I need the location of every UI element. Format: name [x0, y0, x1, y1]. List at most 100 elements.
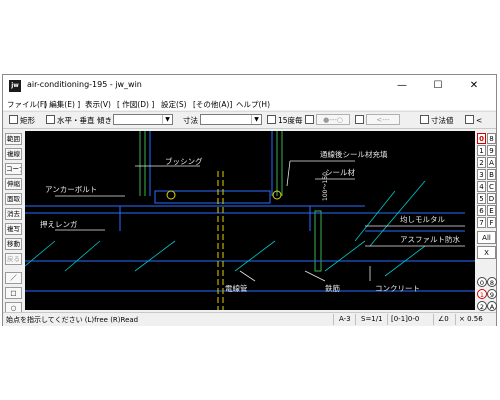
rect-checkbox[interactable]: 矩形 [9, 115, 35, 126]
layer-button-3[interactable]: 3 [477, 169, 486, 180]
app-logo-icon: jw [9, 80, 21, 92]
angle-readout[interactable]: ∠0 [438, 315, 449, 323]
hv-checkbox[interactable]: 水平・垂直 [46, 115, 95, 126]
hatch-line [234, 240, 276, 272]
group-circle-9[interactable]: 9 [487, 289, 497, 299]
hatch-line [134, 240, 176, 272]
tool-line[interactable]: ／ [5, 272, 22, 284]
tilt-combo[interactable]: ▼ [113, 114, 173, 125]
group-circle-8[interactable]: 8 [487, 277, 497, 287]
lt-checkbox[interactable]: < [465, 115, 482, 125]
dimval-label: 寸法値 [431, 116, 454, 125]
menu-bar: ファイル(F) [ 編集(E) ] 表示(V) [ 作図(D) ] 設定(S) … [3, 97, 496, 110]
tool-move[interactable]: 移動 [5, 238, 22, 250]
dimval-checkbox[interactable]: 寸法値 [420, 115, 454, 126]
group-circle-A[interactable]: A [487, 301, 497, 311]
arrow-mode-button[interactable]: <--- [366, 114, 400, 125]
status-divider [333, 314, 334, 325]
tool-erase[interactable]: 消去 [5, 208, 22, 220]
group-circle-1[interactable]: 1 [477, 289, 487, 299]
minimize-button[interactable]: — [387, 77, 417, 95]
layer-x-button[interactable]: X [477, 246, 496, 259]
arrow-checkbox[interactable] [355, 115, 366, 125]
hv-label: 水平・垂直 [57, 116, 95, 125]
tool-chamfer[interactable]: 面取 [5, 193, 22, 205]
layer-button-1[interactable]: 1 [477, 145, 486, 156]
tool-offset[interactable]: 複線 [5, 148, 22, 160]
tool-copy[interactable]: 複写 [5, 223, 22, 235]
layer-button-E[interactable]: E [487, 205, 496, 216]
menu-help[interactable]: ヘルプ(H) [236, 99, 270, 110]
layer-button-8[interactable]: 8 [487, 133, 496, 144]
checkbox-box [420, 115, 429, 124]
tool-range[interactable]: 範囲 [5, 133, 22, 145]
hatch-line [64, 240, 101, 272]
toolbar: 矩形 水平・垂直 傾き ▼ 寸法 ▼ 15度毎 ●---○ <--- 寸法値 < [3, 111, 496, 129]
layer-button-0[interactable]: 0 [477, 133, 486, 144]
layer-button-5[interactable]: 5 [477, 193, 486, 204]
layer-button-A[interactable]: A [487, 157, 496, 168]
layer-button-B[interactable]: B [487, 169, 496, 180]
checkbox-box [355, 115, 364, 124]
dim-combo[interactable]: ▼ [200, 114, 262, 125]
close-button[interactable]: ✕ [459, 77, 489, 95]
label-bushing: ブッシング [165, 156, 203, 166]
deg15-label: 15度毎 [278, 116, 303, 125]
paper-size[interactable]: A-3 [339, 315, 351, 323]
label-conduit: 電線管 [225, 283, 248, 293]
deg15-checkbox[interactable]: 15度毎 [267, 115, 303, 126]
layer-button-2[interactable]: 2 [477, 157, 486, 168]
leader-line [286, 160, 291, 187]
tool-rect[interactable]: □ [5, 287, 22, 299]
chevron-down-icon: ▼ [162, 115, 172, 124]
zoom-readout[interactable]: × 0.56 [459, 315, 483, 323]
checkbox-box [46, 115, 55, 124]
window-title: air-conditioning-195 - jw_win [27, 80, 142, 89]
label-sealant: 通線後シール材充填 [320, 149, 388, 159]
flange-plate [154, 190, 271, 204]
side-wall [314, 210, 322, 272]
hatch-line [24, 240, 56, 267]
layer-button-F[interactable]: F [487, 217, 496, 228]
all-layers-button[interactable]: All [477, 231, 496, 244]
status-divider [433, 314, 434, 325]
menu-draw[interactable]: [ 作図(D) ] [117, 99, 154, 110]
layer-button-6[interactable]: 6 [477, 205, 486, 216]
menu-other[interactable]: [その他(A)] [193, 99, 232, 110]
tool-stretch[interactable]: 伸縮 [5, 178, 22, 190]
scale-readout[interactable]: S=1/1 [361, 315, 383, 323]
hatch-line [354, 190, 396, 242]
maximize-button[interactable]: ☐ [423, 77, 453, 95]
circle-mode-button[interactable]: ●---○ [316, 114, 350, 125]
checkbox-box [465, 115, 474, 124]
group-circle-0[interactable]: 0 [477, 277, 487, 287]
label-concrete: コンクリート [375, 284, 420, 293]
leader-line [304, 270, 326, 282]
menu-settings[interactable]: 設定(S) [161, 99, 187, 110]
snap-checkbox[interactable] [305, 115, 316, 125]
drawing-svg: ブッシング 通線後シール材充填 シール材 アンカーボルト 均しモルタル アスファ… [24, 131, 475, 310]
tool-corner[interactable]: コーナー [5, 163, 22, 175]
app-window: jw air-conditioning-195 - jw_win — ☐ ✕ フ… [2, 74, 497, 326]
layer-button-C[interactable]: C [487, 181, 496, 192]
menu-file[interactable]: ファイル(F) [7, 99, 47, 110]
layer-readout[interactable]: [0-1]0-0 [391, 315, 419, 323]
menu-view[interactable]: 表示(V) [85, 99, 111, 110]
status-divider [355, 314, 356, 325]
layer-button-4[interactable]: 4 [477, 181, 486, 192]
layer-button-9[interactable]: 9 [487, 145, 496, 156]
layer-button-7[interactable]: 7 [477, 217, 486, 228]
status-divider [455, 314, 456, 325]
chevron-down-icon: ▼ [251, 115, 261, 124]
menu-edit[interactable]: [ 編集(E) ] [44, 99, 80, 110]
status-bar: 始点を指示してください (L)free (R)Read A-3 S=1/1 [0… [3, 312, 496, 326]
label-seal: シール材 [325, 167, 355, 177]
title-bar: jw air-conditioning-195 - jw_win — ☐ ✕ [3, 75, 496, 97]
group-circle-2[interactable]: 2 [477, 301, 487, 311]
layer-button-D[interactable]: D [487, 193, 496, 204]
drawing-canvas[interactable]: ブッシング 通線後シール材充填 シール材 アンカーボルト 均しモルタル アスファ… [24, 131, 475, 310]
tool-undo[interactable]: 戻る [5, 253, 22, 265]
label-dim: 100～150 [322, 172, 329, 201]
dim-label: 寸法 [183, 116, 198, 125]
checkbox-box [305, 115, 314, 124]
